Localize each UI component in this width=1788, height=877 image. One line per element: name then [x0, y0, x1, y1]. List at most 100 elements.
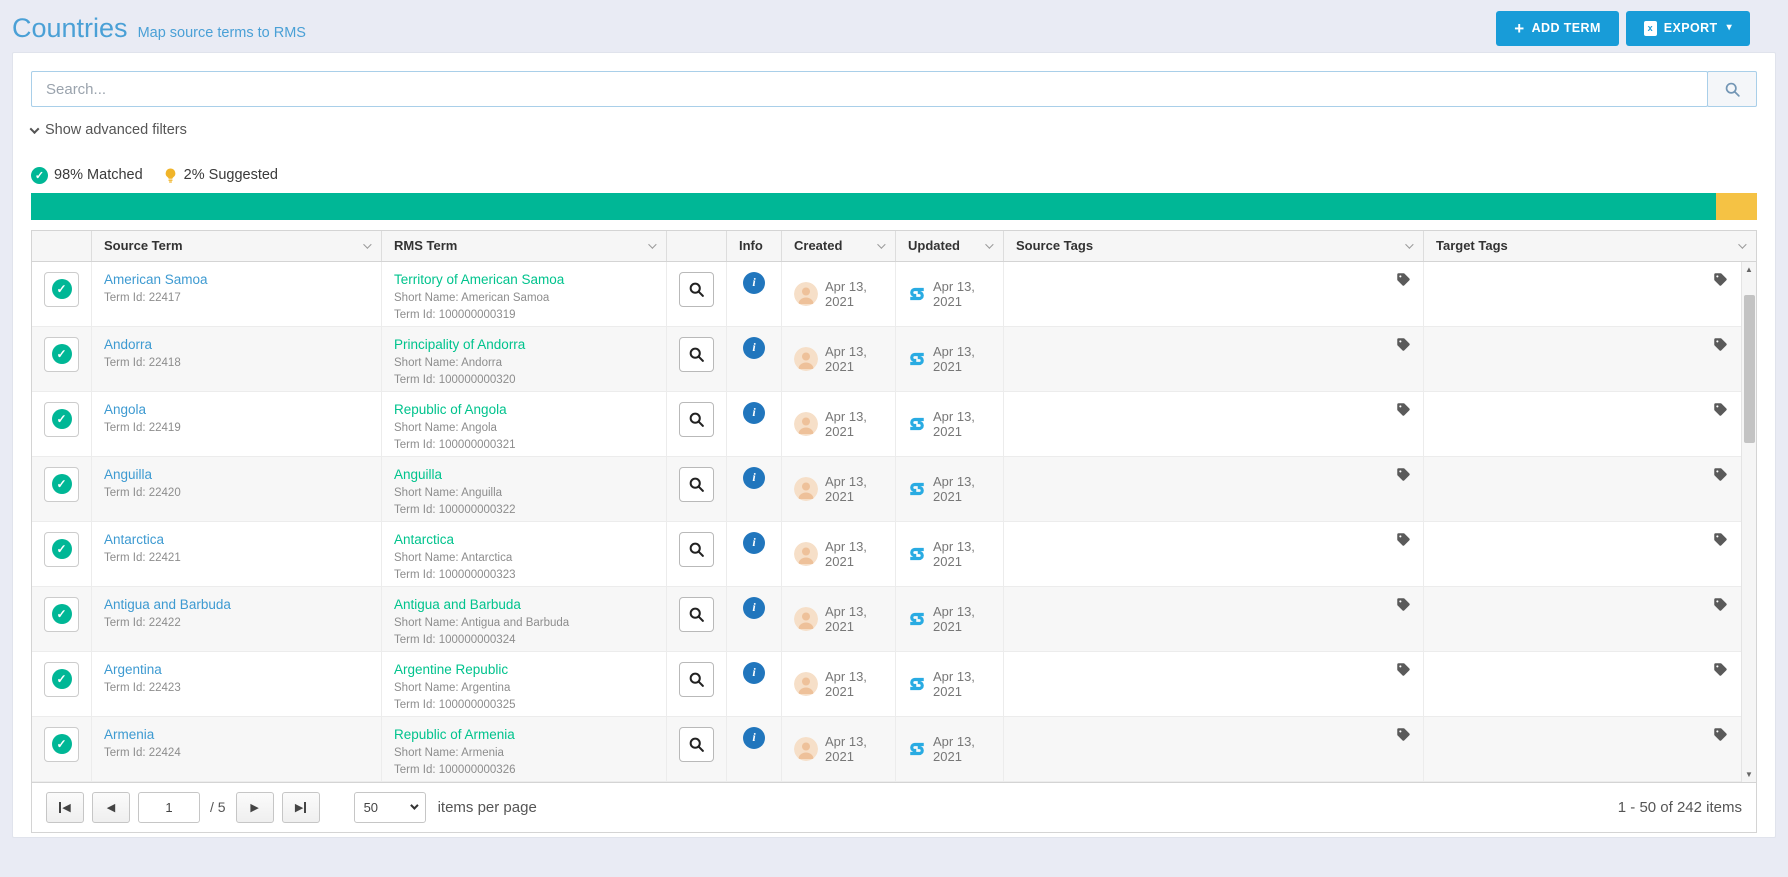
rms-term-link[interactable]: Republic of Angola	[394, 402, 654, 417]
rms-short-name: Short Name: Armenia	[394, 747, 654, 759]
tag-icon[interactable]	[1396, 597, 1411, 612]
sort-chevron-icon[interactable]	[363, 240, 371, 248]
rms-term-link[interactable]: Principality of Andorra	[394, 337, 654, 352]
source-term-link[interactable]: Armenia	[104, 727, 369, 742]
info-icon[interactable]: i	[743, 467, 765, 489]
row-search-button[interactable]	[679, 662, 714, 697]
rms-term-link[interactable]: Argentine Republic	[394, 662, 654, 677]
next-page-button[interactable]: ▶	[236, 792, 274, 823]
previous-page-button[interactable]: ◀	[92, 792, 130, 823]
column-header-source-tags[interactable]: Source Tags	[1004, 231, 1424, 261]
export-button[interactable]: x EXPORT ▾	[1626, 11, 1750, 46]
tag-icon[interactable]	[1396, 402, 1411, 417]
tag-icon[interactable]	[1396, 272, 1411, 287]
search-button[interactable]	[1707, 71, 1757, 107]
tag-icon[interactable]	[1713, 727, 1728, 742]
matched-check-icon: ✓	[52, 279, 72, 299]
source-term-link[interactable]: Argentina	[104, 662, 369, 677]
scrollbar-thumb[interactable]	[1744, 295, 1755, 443]
sort-chevron-icon[interactable]	[877, 240, 885, 248]
tag-icon[interactable]	[1713, 467, 1728, 482]
tag-icon[interactable]	[1713, 597, 1728, 612]
rms-short-name: Short Name: Antigua and Barbuda	[394, 617, 654, 629]
column-header-rms-term[interactable]: RMS Term	[382, 231, 667, 261]
scrollbar-down-arrow[interactable]: ▼	[1742, 767, 1756, 782]
sync-s-icon	[908, 740, 926, 758]
tag-icon[interactable]	[1396, 467, 1411, 482]
matched-status-button[interactable]: ✓	[44, 272, 79, 307]
info-icon[interactable]: i	[743, 532, 765, 554]
row-search-button[interactable]	[679, 337, 714, 372]
row-search-button[interactable]	[679, 597, 714, 632]
matched-status-button[interactable]: ✓	[44, 337, 79, 372]
sort-chevron-icon[interactable]	[985, 240, 993, 248]
column-header-updated[interactable]: Updated	[896, 231, 1004, 261]
created-cell: Apr 13, 2021	[782, 587, 896, 651]
rms-term-link[interactable]: Anguilla	[394, 467, 654, 482]
rms-term-cell: Antarctica Short Name: Antarctica Term I…	[382, 522, 667, 586]
row-search-button[interactable]	[679, 727, 714, 762]
user-avatar-icon	[794, 347, 818, 371]
column-header-created[interactable]: Created	[782, 231, 896, 261]
matched-check-icon: ✓	[52, 409, 72, 429]
column-label: RMS Term	[394, 238, 457, 253]
row-search-button[interactable]	[679, 532, 714, 567]
search-input[interactable]	[31, 71, 1708, 107]
column-header-source-term[interactable]: Source Term	[92, 231, 382, 261]
info-icon[interactable]: i	[743, 337, 765, 359]
row-search-button[interactable]	[679, 402, 714, 437]
table-row: ✓ Andorra Term Id: 22418 Principality of…	[32, 327, 1756, 392]
column-header-target-tags[interactable]: Target Tags	[1424, 231, 1756, 261]
source-term-link[interactable]: Antarctica	[104, 532, 369, 547]
matched-status-button[interactable]: ✓	[44, 662, 79, 697]
tag-icon[interactable]	[1713, 662, 1728, 677]
sync-s-icon	[908, 350, 926, 368]
tag-icon[interactable]	[1396, 727, 1411, 742]
matched-status-button[interactable]: ✓	[44, 727, 79, 762]
tag-icon[interactable]	[1396, 532, 1411, 547]
rms-term-link[interactable]: Republic of Armenia	[394, 727, 654, 742]
sort-chevron-icon[interactable]	[1405, 240, 1413, 248]
rms-term-cell: Argentine Republic Short Name: Argentina…	[382, 652, 667, 716]
source-term-link[interactable]: American Samoa	[104, 272, 369, 287]
info-icon[interactable]: i	[743, 597, 765, 619]
source-term-link[interactable]: Anguilla	[104, 467, 369, 482]
first-page-button[interactable]: ◀	[46, 792, 84, 823]
tag-icon[interactable]	[1713, 337, 1728, 352]
show-advanced-filters-toggle[interactable]: Show advanced filters	[31, 122, 187, 138]
row-search-button[interactable]	[679, 272, 714, 307]
items-per-page-select[interactable]: 50	[354, 792, 426, 823]
tag-icon[interactable]	[1396, 662, 1411, 677]
target-tags-cell	[1424, 457, 1756, 521]
add-term-button[interactable]: + ADD TERM	[1496, 11, 1619, 46]
scrollbar-up-arrow[interactable]: ▲	[1742, 262, 1756, 277]
info-icon[interactable]: i	[743, 727, 765, 749]
source-term-link[interactable]: Antigua and Barbuda	[104, 597, 369, 612]
matched-status-button[interactable]: ✓	[44, 597, 79, 632]
sync-s-icon	[908, 480, 926, 498]
rms-term-link[interactable]: Territory of American Samoa	[394, 272, 654, 287]
matched-check-icon: ✓	[52, 539, 72, 559]
matched-check-icon: ✓	[31, 167, 48, 184]
matched-status-button[interactable]: ✓	[44, 532, 79, 567]
tag-icon[interactable]	[1713, 402, 1728, 417]
source-term-link[interactable]: Angola	[104, 402, 369, 417]
tag-icon[interactable]	[1713, 272, 1728, 287]
sort-chevron-icon[interactable]	[648, 240, 656, 248]
matched-status-button[interactable]: ✓	[44, 467, 79, 502]
scrollbar-track[interactable]	[1742, 277, 1756, 767]
last-page-button[interactable]: ▶	[282, 792, 320, 823]
sort-chevron-icon[interactable]	[1738, 240, 1746, 248]
tag-icon[interactable]	[1713, 532, 1728, 547]
row-search-button[interactable]	[679, 467, 714, 502]
matched-status-button[interactable]: ✓	[44, 402, 79, 437]
info-icon[interactable]: i	[743, 272, 765, 294]
info-icon[interactable]: i	[743, 402, 765, 424]
table-scrollbar[interactable]: ▲ ▼	[1741, 262, 1756, 782]
info-icon[interactable]: i	[743, 662, 765, 684]
tag-icon[interactable]	[1396, 337, 1411, 352]
page-number-input[interactable]	[138, 792, 200, 823]
rms-term-link[interactable]: Antarctica	[394, 532, 654, 547]
rms-term-link[interactable]: Antigua and Barbuda	[394, 597, 654, 612]
source-term-link[interactable]: Andorra	[104, 337, 369, 352]
